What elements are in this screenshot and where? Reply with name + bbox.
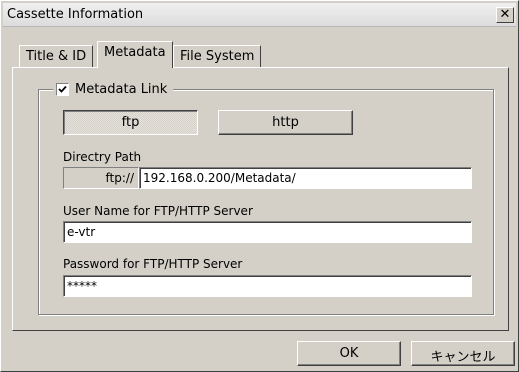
tab-title-id[interactable]: Title & ID (19, 45, 94, 67)
username-label: User Name for FTP/HTTP Server (63, 204, 253, 218)
directory-path-input[interactable]: 192.168.0.200/Metadata/ (139, 167, 472, 189)
window-title: Cassette Information (7, 7, 144, 22)
checkmark-icon (58, 85, 67, 93)
tab-file-system[interactable]: File System (173, 45, 262, 67)
directory-prefix: ftp:// (63, 167, 139, 189)
ok-button-label: OK (339, 346, 359, 361)
http-button[interactable]: http (218, 110, 353, 135)
title-bar: Cassette Information ✕ (3, 3, 516, 27)
tab-label: Title & ID (26, 49, 87, 64)
tab-metadata[interactable]: Metadata (97, 41, 173, 68)
cancel-button[interactable]: キャンセル (411, 341, 515, 366)
metadata-link-checkbox[interactable] (56, 82, 69, 96)
password-input[interactable]: ***** (63, 275, 472, 297)
close-button[interactable]: ✕ (496, 7, 514, 23)
ok-button[interactable]: OK (297, 341, 401, 366)
directory-path-label: Directry Path (63, 150, 142, 164)
close-icon: ✕ (499, 7, 511, 22)
ftp-button-label: ftp (121, 115, 140, 130)
password-label: Password for FTP/HTTP Server (63, 257, 243, 271)
cancel-button-label: キャンセル (430, 350, 496, 365)
cassette-information-dialog: Cassette Information ✕ Title & ID Metada… (0, 0, 519, 372)
http-button-label: http (272, 115, 299, 130)
metadata-link-label: Metadata Link (75, 81, 168, 97)
tab-label: File System (180, 49, 255, 64)
metadata-link-checkbox-row[interactable]: Metadata Link (53, 80, 174, 98)
tab-label: Metadata (104, 45, 166, 60)
ftp-button[interactable]: ftp (63, 110, 198, 135)
username-input[interactable]: e-vtr (63, 221, 472, 243)
